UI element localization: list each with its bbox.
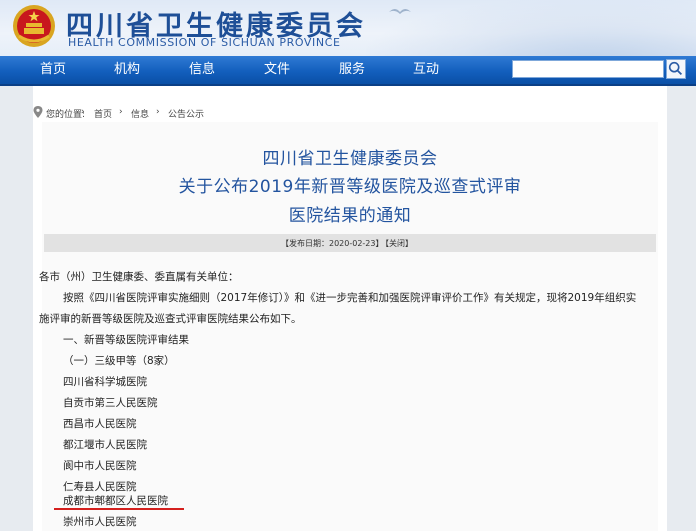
search-input[interactable] [512,60,664,78]
breadcrumb-separator: › [156,107,160,117]
nav-item-documents[interactable]: 文件 [264,56,290,84]
close-link[interactable]: 【关闭】 [381,238,413,249]
breadcrumb-home[interactable]: 首页 [94,107,112,120]
breadcrumb-announcements[interactable]: 公告公示 [168,107,204,120]
search-button[interactable] [666,59,686,79]
site-subtitle: HEALTH COMMISSION OF SICHUAN PROVINCE [68,36,341,49]
subsection-heading: （一）三级甲等（8家） [63,355,175,367]
list-item: 阆中市人民医院 [63,460,137,472]
breadcrumb: 您的位置: › 首页 › 信息 › 公告公示 [33,86,667,122]
list-item: 崇州市人民医院 [63,516,137,528]
red-highlight-underline [54,508,184,510]
nav-item-interaction[interactable]: 互动 [413,56,439,84]
article-headline-line-1: 四川省卫生健康委员会 [262,149,438,169]
article-headline-line-2: 关于公布2019年新晋等级医院及巡查式评审 [178,177,522,197]
search-icon [668,61,683,76]
list-item: 四川省科学城医院 [63,376,147,388]
nav-item-services[interactable]: 服务 [339,56,365,84]
nav-item-information[interactable]: 信息 [189,56,215,84]
breadcrumb-separator: › [119,107,123,117]
article-headline-line-3: 医院结果的通知 [288,206,412,226]
article: 四川省卫生健康委员会 关于公布2019年新晋等级医院及巡查式评审 医院结果的通知… [39,122,658,531]
publish-date: 【发布日期：2020-02-23】 [281,239,384,248]
list-item: 都江堰市人民医院 [63,439,147,451]
nav-item-institutions[interactable]: 机构 [114,56,140,84]
location-pin-icon [33,106,43,118]
article-salutation: 各市（州）卫生健康委、委直属有关单位： [39,271,239,283]
content-page: 您的位置: › 首页 › 信息 › 公告公示 四川省卫生健康委员会 关于公布20… [33,86,667,531]
nav-item-home[interactable]: 首页 [40,56,66,84]
article-meta-bar: 【发布日期：2020-02-23】 【关闭】 [44,234,656,252]
article-paragraph-line-2: 施评审的新晋等级医院及巡查式评审医院结果公布如下。 [39,313,302,325]
site-header: 四川省卫生健康委员会 HEALTH COMMISSION OF SICHUAN … [0,0,696,56]
list-item: 西昌市人民医院 [63,418,137,430]
breadcrumb-label: 您的位置: [46,110,86,120]
list-item: 自贡市第三人民医院 [63,397,158,409]
national-emblem-icon [13,5,55,47]
list-item: 仁寿县人民医院 [63,481,137,493]
breadcrumb-information[interactable]: 信息 [131,107,149,120]
section-heading: 一、新晋等级医院评审结果 [63,334,189,346]
list-item-highlighted: 成都市郫都区人民医院 [63,495,168,507]
bird-icon [389,9,411,14]
breadcrumb-separator: › [81,107,85,117]
article-paragraph-line-1: 按照《四川省医院评审实施细则（2017年修订）》和《进一步完善和加强医院评审评价… [63,292,637,304]
